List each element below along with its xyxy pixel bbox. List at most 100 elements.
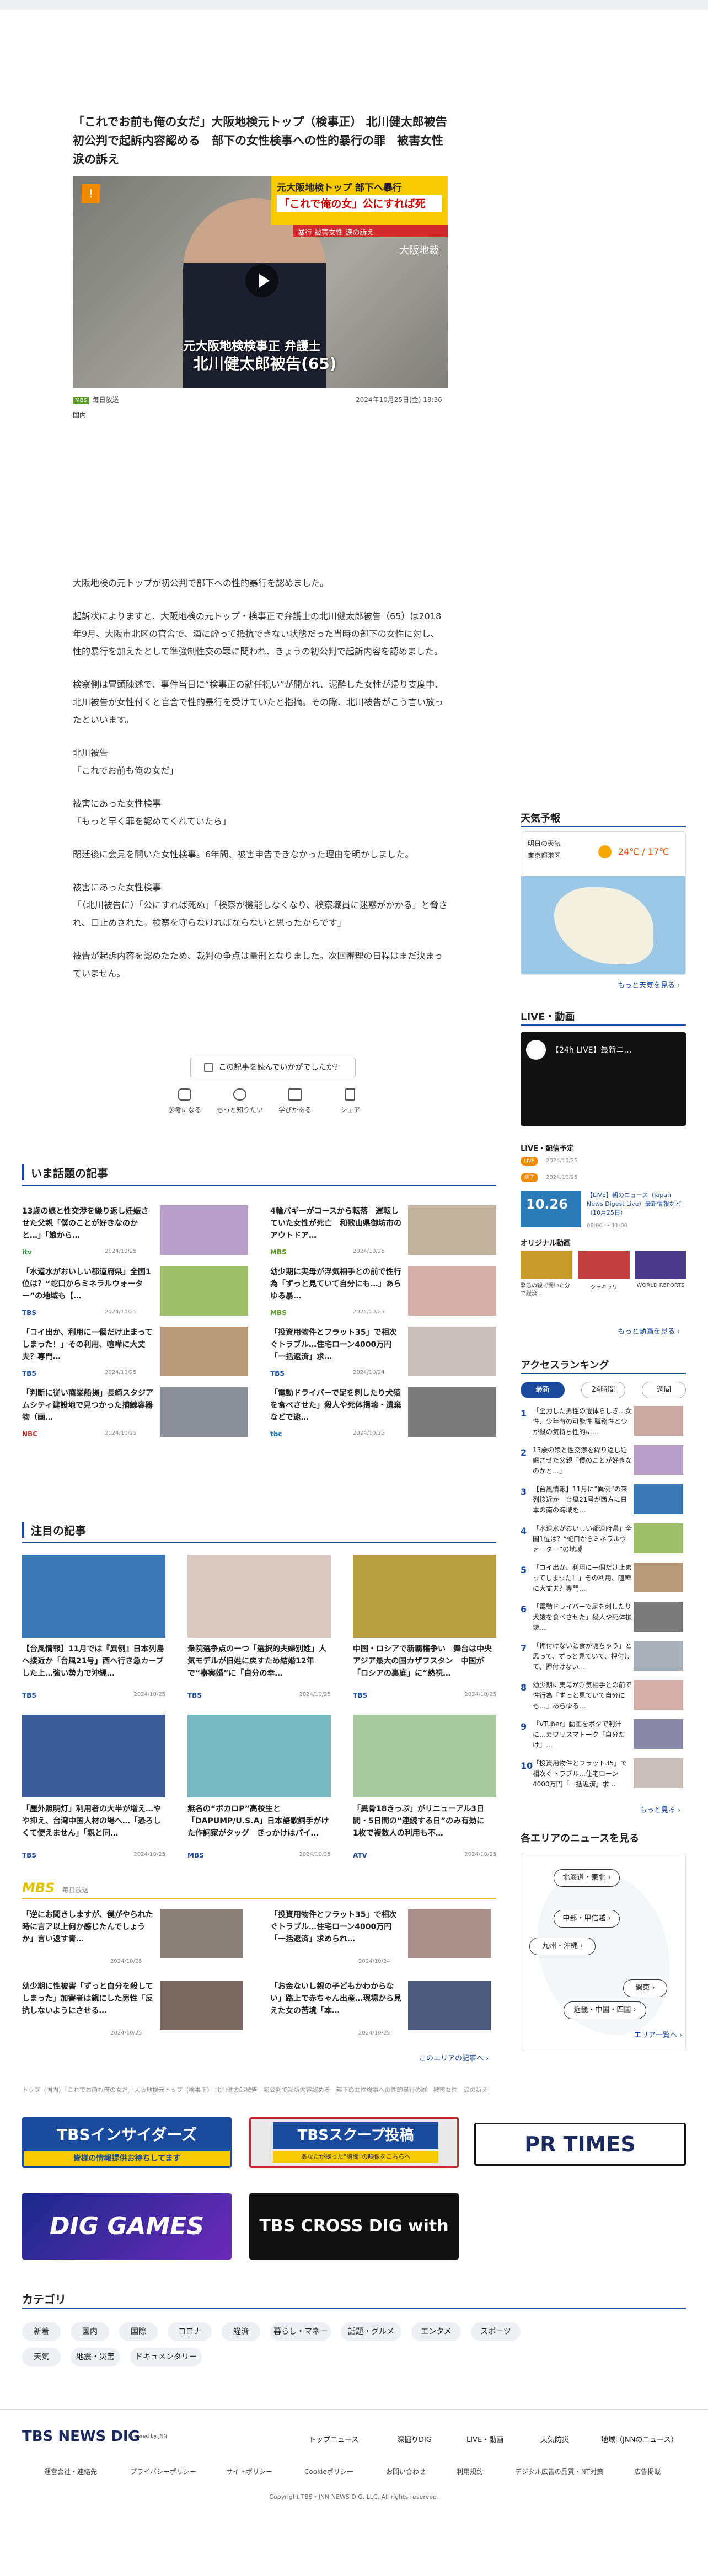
ranking-tab-24h[interactable]: 24時間	[581, 1382, 625, 1398]
hot-topic-thumbnail[interactable]	[160, 1266, 248, 1316]
ranking-item[interactable]: 7 「押付けないと食が隠ちゃう」と思って、ずっと見ていて、押付けて、押付けない…	[521, 1641, 686, 1676]
hot-topic-item[interactable]: 「判断に従い商業船揚」長崎スタジアムシティ建設地で見つかった捕鯨容器物（画… NB…	[22, 1387, 254, 1442]
original-thumb[interactable]	[578, 1251, 630, 1279]
footer-nav-link[interactable]: 深掘りDIG	[397, 2434, 432, 2444]
category-pill[interactable]: 国際	[119, 2322, 158, 2341]
featured-thumbnail[interactable]	[353, 1555, 496, 1638]
weather-widget[interactable]: 明日の天気 東京都港区 24℃ / 17℃	[521, 831, 686, 975]
featured-title[interactable]: 【台風情報】11月では『異例』日本列島へ接近か「台風21号」西へ行き急カーブした…	[22, 1643, 165, 1679]
original-thumb[interactable]	[521, 1251, 572, 1279]
category-pill[interactable]: エンタメ	[411, 2322, 461, 2341]
hot-topic-thumbnail[interactable]	[408, 1266, 496, 1316]
hot-topic-title[interactable]: 「投資用物件とフラット35」で相次ぐトラブル…住宅ローン4000万円「一括返済」…	[270, 1327, 403, 1363]
hot-topic-title[interactable]: 4輪バギーがコースから転落 運転していた女性が死亡 和歌山県御坊市のアウトドア…	[270, 1205, 403, 1242]
hot-topic-item[interactable]: 4輪バギーがコースから転落 運転していた女性が死亡 和歌山県御坊市のアウトドア……	[270, 1205, 502, 1260]
category-pill[interactable]: 暮らし・マネー	[270, 2322, 331, 2341]
mbs-item-title[interactable]: 「逆にお聞きしますが、僕がやられた時に言ア以上何か感じたんでしょうか」言い返す青…	[22, 1909, 154, 1945]
area-kanto[interactable]: 関東 ›	[623, 1979, 667, 1997]
tbs-insiders-banner[interactable]: TBSインサイダーズ 皆様の情報提供お待ちしてます	[22, 2117, 232, 2168]
footer-sub-link[interactable]: お問い合わせ	[386, 2467, 426, 2476]
footer-logo[interactable]: TBS NEWS DIG	[22, 2428, 140, 2445]
ranking-item[interactable]: 10 「投資用物件とフラット35」で相次ぐトラブル…住宅ローン4000万円「一括返…	[521, 1758, 686, 1794]
ranking-tab-latest[interactable]: 最新	[521, 1382, 565, 1398]
hot-topic-item[interactable]: 「水道水がおいしい都道府県」全国1位は？“蛇口からミネラルウォーター”の地域も【…	[22, 1266, 254, 1321]
footer-sub-link[interactable]: Cookieポリシー	[304, 2467, 353, 2476]
mbs-item[interactable]: 「逆にお聞きしますが、僕がやられた時に言ア以上何か感じたんでしょうか」言い返す青…	[22, 1909, 243, 1969]
category-pill[interactable]: 天気	[22, 2348, 61, 2366]
area-chubu[interactable]: 中部・甲信越 ›	[554, 1910, 620, 1928]
category-pill[interactable]: 国内	[71, 2322, 109, 2341]
ranking-item[interactable]: 3 【台風情報】11月に“異例”の来列接近か 台風21号が西方に日本の南の海域を…	[521, 1484, 686, 1520]
video-player[interactable]: ! 元大阪地検トップ 部下へ暴行 「これで俺の女」公にすれば死 暴行 被害女性 …	[73, 176, 448, 388]
category-pill[interactable]: 話題・グルメ	[341, 2322, 401, 2341]
hot-topic-title[interactable]: 「水道水がおいしい都道府県」全国1位は？“蛇口からミネラルウォーター”の地域も【…	[22, 1266, 154, 1302]
tbs-scoop-banner[interactable]: TBSスクープ投稿 あなたが撮った“瞬間”の映像をこちらへ	[249, 2117, 459, 2168]
mbs-item-thumbnail[interactable]	[408, 1981, 491, 2030]
ranking-title[interactable]: 幼少期に実母が浮気相手との前で性行為「ずっと見ていて自分にも…」あらゆる…	[533, 1680, 632, 1711]
weather-more-link[interactable]: もっと天気を見る ›	[618, 979, 680, 990]
featured-title[interactable]: 「屋外照明灯」利用者の大半が増え…やや抑え、台湾中国人材の場へ…「恐ろしくて使え…	[22, 1803, 165, 1839]
ranking-title[interactable]: 13歳の娘と性交渉を繰り返し妊娠させた父親「僕のことが好きなのかと…」	[533, 1445, 632, 1477]
footer-nav-link[interactable]: 地域（JNNのニュース）	[601, 2434, 678, 2444]
featured-card[interactable]: 衆院選争点のーつ「選択的夫婦別姓」人気モデルが旧姓に戻すため結婚12年で“事実婚…	[187, 1555, 331, 1701]
mbs-item[interactable]: 幼少期に性被害「ずっと自分を殺してしまった」加害者は親にした男性「反抗しないよう…	[22, 1981, 243, 2041]
share-button[interactable]: シェア	[323, 1088, 378, 1114]
mbs-more-link[interactable]: このエリアの記事へ ›	[419, 2052, 489, 2063]
ranking-thumbnail[interactable]	[634, 1758, 683, 1788]
hot-topic-title[interactable]: 13歳の娘と性交渉を繰り返し妊娠させた父親「僕のことが好きなのかと…」「娘から…	[22, 1205, 154, 1242]
ranking-thumbnail[interactable]	[634, 1406, 683, 1436]
cross-dig-banner[interactable]: TBS CROSS DIG with Bloomberg	[249, 2193, 459, 2302]
ranking-thumbnail[interactable]	[634, 1602, 683, 1632]
mbs-item[interactable]: 「お金ないし親の子どもかわからない」路上で赤ちゃん出産…現場から見えた女の苦境「…	[270, 1981, 491, 2041]
reaction-helpful-button[interactable]: 参考になる	[157, 1088, 212, 1114]
featured-title[interactable]: 中国・ロシアで新覇権争い 舞台は中央アジア最大の国カザフスタン 中国が「ロシアの…	[353, 1643, 496, 1679]
mbs-item-thumbnail[interactable]	[408, 1909, 491, 1958]
category-pill[interactable]: ドキュメンタリー	[130, 2348, 202, 2366]
hot-topic-thumbnail[interactable]	[408, 1205, 496, 1255]
featured-card[interactable]: 無名の“ボカロP”高校生と「DAPUMP/U.S.A」日本語歌詞手がけた作詞家が…	[187, 1715, 331, 1861]
featured-title[interactable]: 「異骨18きっぷ」がリニューアル3日間・5日間の“連続する日”のみ有効に 1枚で…	[353, 1803, 496, 1839]
ranking-title[interactable]: 「コイ出か、利用に一個だけ止まってしまった！」その利用、喧嘩に大丈夫？専門…	[533, 1563, 632, 1594]
ranking-item[interactable]: 4 「水道水がおいしい都道府県」全国1位は？“蛇口からミネラルウォーター”の地域	[521, 1523, 686, 1559]
hot-topic-title[interactable]: 「コイ出か、利用に一個だけ止まってしまった！」その利用、喧嘩に大丈夫？専門…	[22, 1327, 154, 1363]
featured-thumbnail[interactable]	[353, 1715, 496, 1797]
area-more-link[interactable]: エリア一覧へ ›	[634, 2029, 682, 2040]
play-icon[interactable]	[245, 264, 278, 297]
featured-card[interactable]: 「異骨18きっぷ」がリニューアル3日間・5日間の“連続する日”のみ有効に 1枚で…	[353, 1715, 496, 1861]
footer-sub-link[interactable]: プライバシーポリシー	[130, 2467, 196, 2476]
ranking-item[interactable]: 2 13歳の娘と性交渉を繰り返し妊娠させた父親「僕のことが好きなのかと…」	[521, 1445, 686, 1480]
mbs-item[interactable]: 「投資用物件とフラット35」で相次ぐトラブル…住宅ローン4000万円「一括返済」…	[270, 1909, 491, 1969]
hot-topic-item[interactable]: 「コイ出か、利用に一個だけ止まってしまった！」その利用、喧嘩に大丈夫？専門… TB…	[22, 1327, 254, 1382]
hot-topic-title[interactable]: 幼少期に実母が浮気相手との前で性行為「ずっと見ていて自分にも…」あらゆる暴…	[270, 1266, 403, 1302]
ranking-thumbnail[interactable]	[634, 1641, 683, 1671]
original-thumb[interactable]	[635, 1251, 686, 1279]
hot-topic-thumbnail[interactable]	[160, 1387, 248, 1437]
mbs-item-thumbnail[interactable]	[160, 1909, 243, 1958]
article-category-link[interactable]: 国内	[73, 410, 86, 420]
ranking-item[interactable]: 8 幼少期に実母が浮気相手との前で性行為「ずっと見ていて自分にも…」あらゆる…	[521, 1680, 686, 1715]
ranking-item[interactable]: 6 「電動ドライバーで足を刺したり犬猿を食べさせた」殺人や死体損壊…	[521, 1602, 686, 1637]
footer-nav-link[interactable]: トップニュース	[309, 2434, 358, 2444]
live-thumb[interactable]: 10.26	[521, 1191, 581, 1227]
ranking-title[interactable]: 「投資用物件とフラット35」で相次ぐトラブル…住宅ローン4000万円「一括返済」…	[533, 1758, 632, 1790]
live-item-title[interactable]: 【LIVE】朝のニュース（Japan News Digest Live）最新情報…	[587, 1191, 686, 1217]
hot-topic-item[interactable]: 13歳の娘と性交渉を繰り返し妊娠させた父親「僕のことが好きなのかと…」「娘から……	[22, 1205, 254, 1260]
hot-topic-title[interactable]: 「電動ドライバーで足を刺したり犬猿を食べさせた」殺人や死体損壊・遺棄などで逮…	[270, 1387, 403, 1424]
footer-sub-link[interactable]: デジタル広告の品質・NT対策	[515, 2467, 603, 2476]
reaction-learn-button[interactable]: 学びがある	[267, 1088, 323, 1114]
prtimes-banner[interactable]: PR TIMES	[474, 2123, 686, 2166]
category-pill[interactable]: スポーツ	[471, 2322, 521, 2341]
original-more-link[interactable]: もっと動画を見る ›	[618, 1325, 680, 1336]
ranking-item[interactable]: 1 「全力した男性の遺体らしき…女性、少年有の可能性 職務性と少が殺の気持ち性的に…	[521, 1406, 686, 1441]
footer-nav-link[interactable]: 天気防災	[540, 2434, 569, 2444]
ranking-thumbnail[interactable]	[634, 1563, 683, 1592]
featured-thumbnail[interactable]	[187, 1715, 331, 1797]
hot-topic-item[interactable]: 「電動ドライバーで足を刺したり犬猿を食べさせた」殺人や死体損壊・遺棄などで逮… t…	[270, 1387, 502, 1442]
ranking-more-link[interactable]: もっと見る ›	[640, 1804, 680, 1815]
ranking-title[interactable]: 「水道水がおいしい都道府県」全国1位は？“蛇口からミネラルウォーター”の地域	[533, 1523, 632, 1555]
category-pill[interactable]: 新着	[22, 2322, 61, 2341]
featured-card[interactable]: 【台風情報】11月では『異例』日本列島へ接近か「台風21号」西へ行き急カーブした…	[22, 1555, 165, 1701]
mbs-item-title[interactable]: 幼少期に性被害「ずっと自分を殺してしまった」加害者は親にした男性「反抗しないよう…	[22, 1981, 154, 2017]
mbs-item-title[interactable]: 「投資用物件とフラット35」で相次ぐトラブル…住宅ローン4000万円「一括返済」…	[270, 1909, 403, 1945]
live-video-player[interactable]: 【24h LIVE】最新ニ…	[521, 1032, 686, 1126]
